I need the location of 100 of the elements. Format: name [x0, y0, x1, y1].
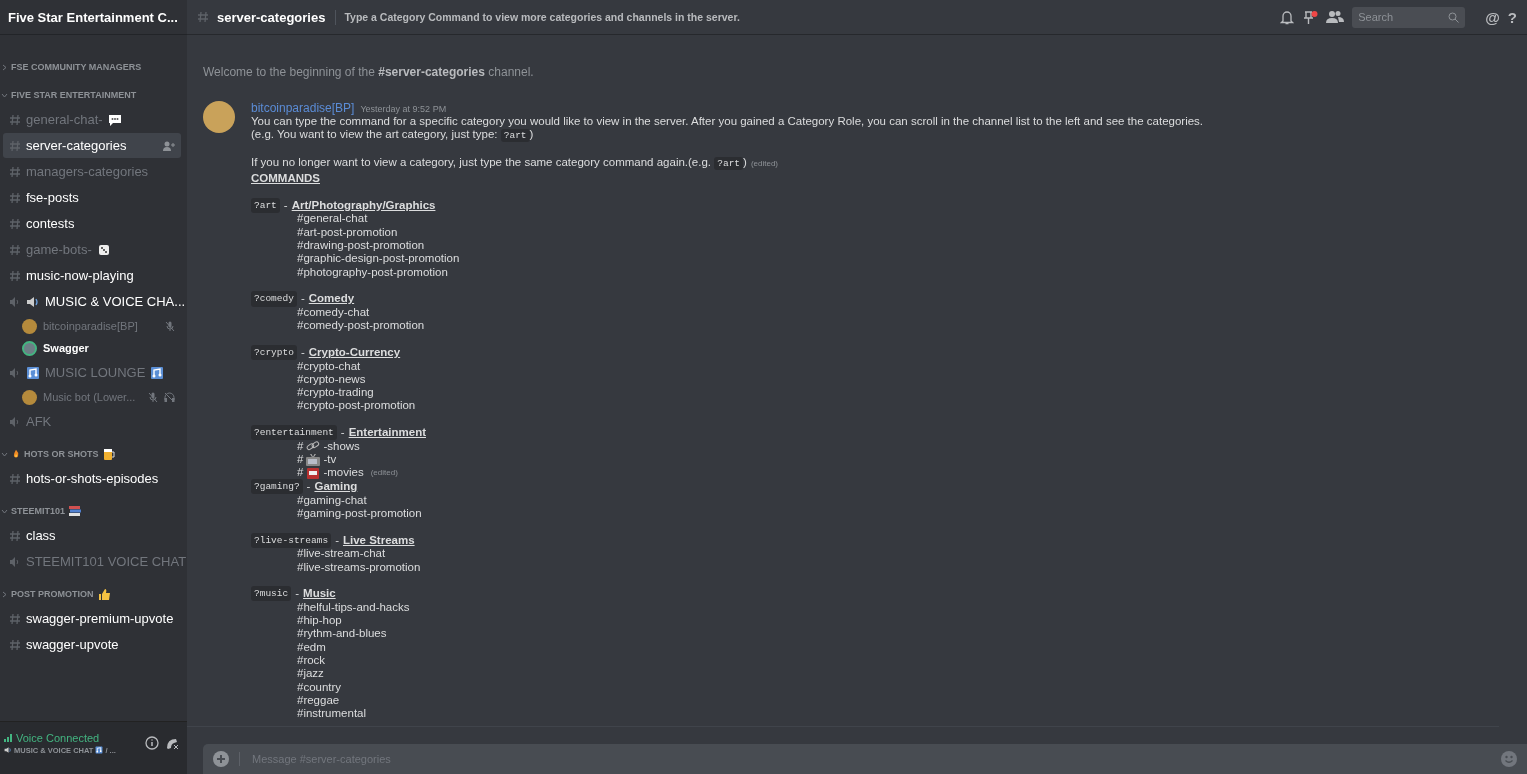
- category-name[interactable]: STEEMIT101: [11, 506, 66, 516]
- chevron-right-icon[interactable]: [1, 590, 8, 598]
- channel-mention[interactable]: #crypto-news: [297, 372, 366, 387]
- channel-name: managers-categories: [26, 164, 149, 179]
- channel-mention[interactable]: #reggae: [297, 693, 340, 708]
- channel-item[interactable]: swagger-premium-upvote: [3, 606, 181, 631]
- category-title: Entertainment: [348, 426, 426, 440]
- category-title: Art/Photography/Graphics: [291, 198, 436, 213]
- channel-mention[interactable]: #edm: [297, 640, 326, 654]
- inline-code: ?art: [500, 129, 530, 143]
- speaker-icon: [9, 555, 21, 568]
- chevron-down-icon[interactable]: [1, 507, 8, 515]
- member-name: Swagger: [43, 342, 89, 354]
- channel-mention[interactable]: #gaming-post-promotion: [297, 506, 422, 521]
- category-title: Comedy: [308, 292, 355, 306]
- plus-icon[interactable]: [213, 751, 229, 767]
- channel-item[interactable]: swagger-upvote: [3, 632, 181, 657]
- channel-mention[interactable]: #helful-tips-and-hacks: [297, 600, 410, 615]
- channel-mention[interactable]: #crypto-trading: [297, 386, 374, 400]
- speaker-icon: [9, 295, 21, 308]
- channel-mention[interactable]: #live-stream-chat: [297, 547, 386, 561]
- channel-mention[interactable]: #general-chat: [297, 212, 368, 226]
- category-name[interactable]: HOTS OR SHOTS: [24, 449, 99, 459]
- channel-mention[interactable]: #comedy-post-promotion: [297, 319, 425, 333]
- message-text: ): [529, 128, 534, 141]
- chevron-down-icon[interactable]: [1, 91, 8, 99]
- channel-item[interactable]: music-now-playing: [3, 263, 181, 288]
- command-code: ?live-streams: [251, 532, 332, 548]
- channel-mention[interactable]: -tv: [323, 453, 337, 467]
- mentions-button[interactable]: @: [1485, 8, 1500, 26]
- message-text: (e.g. You want to view the art category, just type:: [251, 128, 499, 141]
- channel-mention[interactable]: #hip-hop: [297, 614, 342, 628]
- search-field[interactable]: Search: [1352, 6, 1466, 28]
- category-name[interactable]: POST PROMOTION: [11, 589, 94, 599]
- command-code: ?comedy: [251, 291, 297, 307]
- channel-mention[interactable]: #crypto-post-promotion: [297, 399, 416, 413]
- bell-icon[interactable]: [1280, 9, 1295, 25]
- pin-icon[interactable]: [1302, 9, 1319, 25]
- channel-mention[interactable]: #country: [297, 680, 342, 694]
- hash-icon: [9, 139, 21, 152]
- server-name[interactable]: Five Star Entertainment C...: [8, 9, 178, 25]
- channel-mention[interactable]: #live-streams-promotion: [297, 560, 421, 574]
- channel-mention[interactable]: #art-post-promotion: [297, 225, 398, 240]
- channel-mention[interactable]: #drawing-post-promotion: [297, 239, 425, 253]
- message-text: If you no longer want to view a category, just type the same category command again.(e.g.: [251, 155, 713, 168]
- channel-name: AFK: [26, 414, 52, 429]
- add-member-icon[interactable]: [163, 140, 175, 151]
- smiley-icon[interactable]: [1501, 751, 1517, 767]
- members-icon[interactable]: [1326, 10, 1345, 24]
- channel-item[interactable]: server-categories: [3, 133, 181, 158]
- tv-icon: [306, 453, 321, 466]
- channel-name: hots-or-shots-episodes: [26, 471, 159, 486]
- commands-heading: COMMANDS: [251, 172, 321, 186]
- channel-mention[interactable]: #jazz: [297, 667, 324, 681]
- dash-separator: -: [306, 480, 311, 494]
- info-icon[interactable]: [145, 736, 159, 750]
- category-name[interactable]: FIVE STAR ENTERTAINMENT: [11, 90, 137, 100]
- channel-mention[interactable]: #crypto-chat: [297, 359, 361, 373]
- speech-bubble-icon: [107, 113, 122, 126]
- category-title: Gaming: [314, 480, 358, 494]
- command-code: ?art: [251, 197, 280, 214]
- channel-mention[interactable]: #gaming-chat: [297, 493, 367, 507]
- channel-mention[interactable]: #instrumental: [297, 707, 367, 721]
- channel-mention[interactable]: #: [297, 466, 304, 480]
- channel-mention[interactable]: #: [297, 453, 304, 467]
- hash-icon: [9, 612, 21, 625]
- signal-icon: [4, 733, 14, 742]
- channel-item[interactable]: class: [3, 523, 181, 548]
- channel-item[interactable]: hots-or-shots-episodes: [3, 466, 181, 491]
- channel-mention[interactable]: #graphic-design-post-promotion: [297, 252, 460, 266]
- hash-icon: [9, 269, 21, 282]
- channel-item[interactable]: fse-posts: [3, 185, 181, 210]
- channel-name: fse-posts: [26, 190, 79, 205]
- music-notes-icon: [95, 746, 104, 754]
- music-notes-icon: [150, 366, 165, 379]
- hash-icon: [9, 113, 21, 126]
- dash-separator: -: [340, 426, 345, 440]
- category-name[interactable]: FSE COMMUNITY MANAGERS: [11, 62, 142, 72]
- chevron-right-icon[interactable]: [1, 63, 8, 71]
- command-code: ?crypto: [251, 344, 297, 361]
- dash-separator: -: [335, 533, 339, 547]
- channel-mention[interactable]: #rythm-and-blues: [297, 627, 387, 641]
- channel-mention[interactable]: -shows: [323, 439, 360, 454]
- inline-code: ?art: [714, 156, 744, 170]
- speaker-icon: [9, 415, 21, 428]
- hash-icon: [9, 472, 21, 485]
- help-button[interactable]: ?: [1507, 8, 1517, 26]
- channel-title: server-categories: [217, 9, 337, 25]
- channel-mention[interactable]: #rock: [297, 654, 326, 668]
- avatar: [203, 101, 235, 133]
- channel-mention[interactable]: #comedy-chat: [297, 305, 370, 320]
- command-code: ?gaming?: [251, 479, 303, 495]
- hash-icon: [9, 529, 21, 542]
- disconnect-icon[interactable]: [165, 736, 179, 750]
- channel-mention[interactable]: #photography-post-promotion: [297, 265, 448, 279]
- channel-mention[interactable]: -movies: [323, 466, 364, 480]
- chevron-down-icon[interactable]: [1, 450, 8, 458]
- channel-mention[interactable]: #: [297, 439, 304, 454]
- dash-separator: -: [283, 198, 288, 213]
- channel-item[interactable]: contests: [3, 211, 181, 236]
